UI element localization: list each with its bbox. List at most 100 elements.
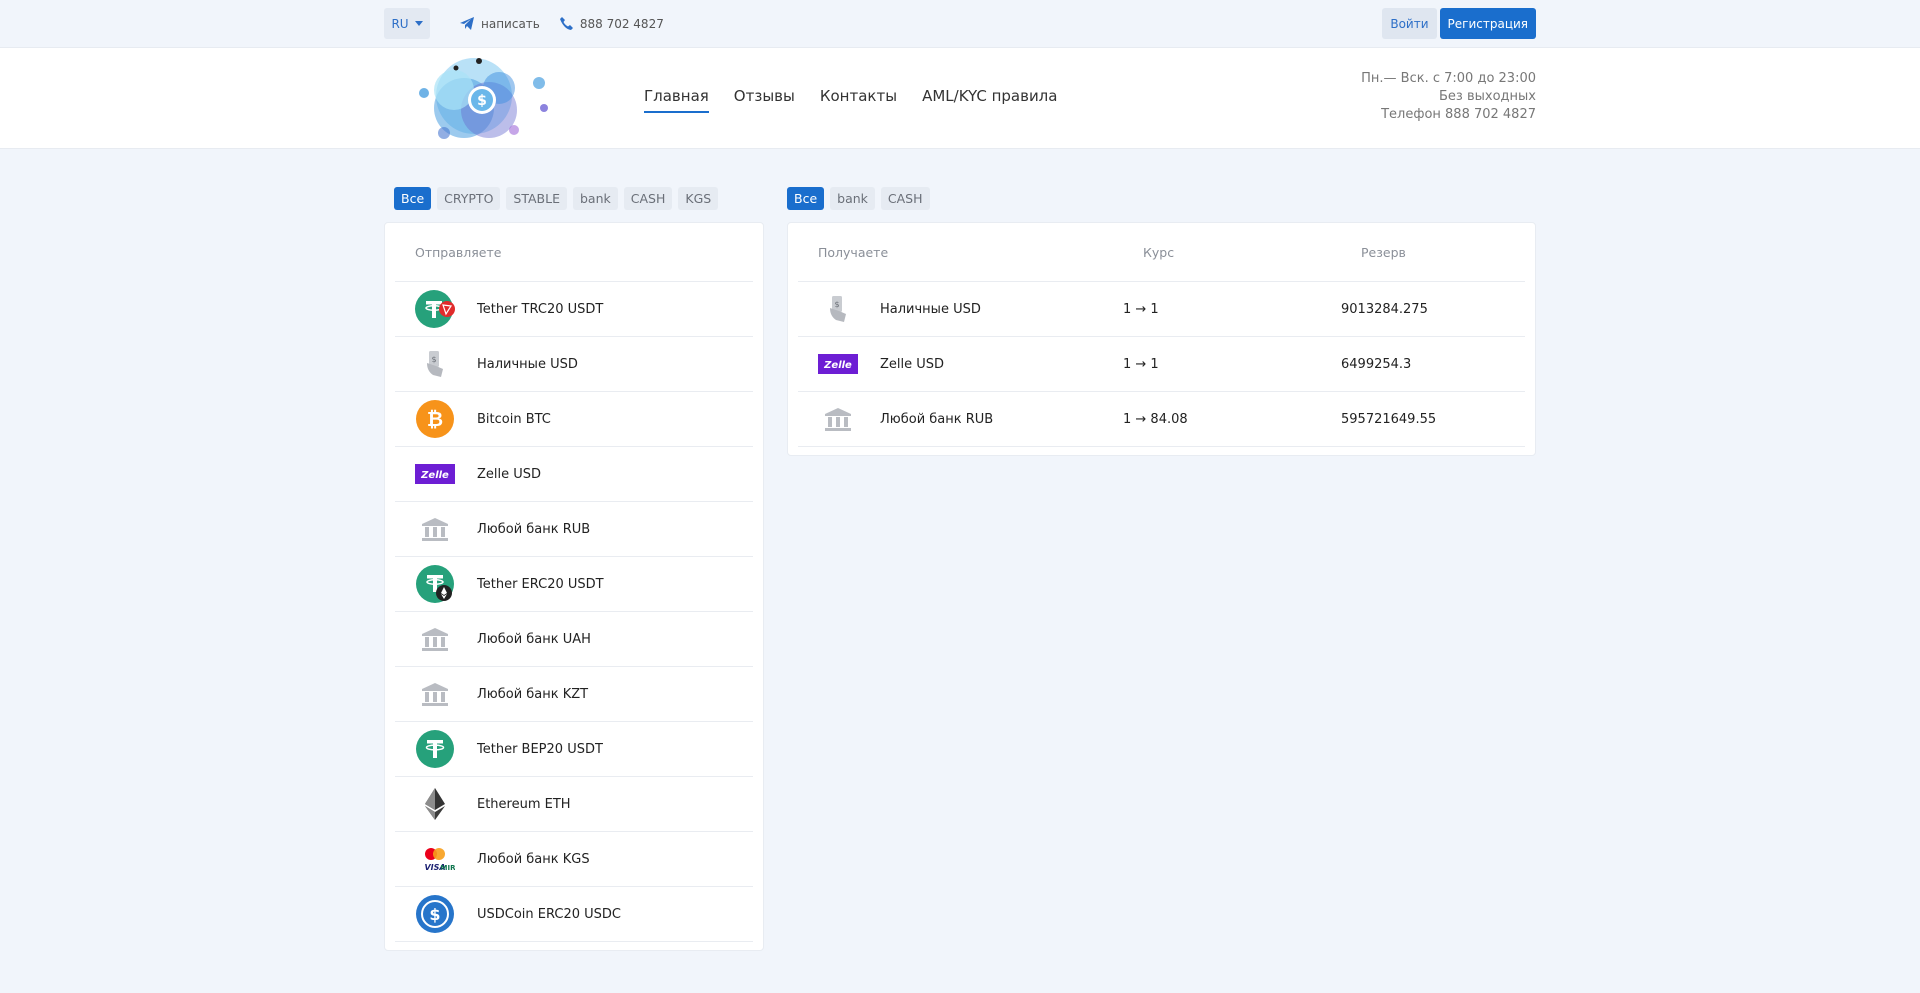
cash-hand-icon: $ [415,344,455,384]
zelle-icon: Zelle [818,344,858,384]
send-item-name: Bitcoin BTC [477,411,551,427]
write-link[interactable]: написать [460,17,540,31]
receive-item-name: Наличные USD [880,301,981,317]
receive-header-rate: Курс [1143,244,1175,260]
phone-link[interactable]: 888 702 4827 [559,16,664,31]
send-item-name: Tether ERC20 USDT [477,576,604,592]
cash-hand-icon: $ [818,289,858,329]
receive-item-rate: 1 → 1 [1123,356,1159,372]
receive-filter-bank[interactable]: bank [830,187,875,210]
receive-item[interactable]: Любой банк RUB 1 → 84.08 595721649.55 [798,392,1525,447]
working-hours: Пн.— Вск. с 7:00 до 23:00 Без выходных Т… [1361,70,1536,124]
send-item-name: Любой банк UAH [477,631,591,647]
svg-text:Zelle: Zelle [823,360,852,371]
telegram-icon [460,17,474,30]
receive-filters: Все bank CASH [787,187,930,210]
phone-icon [559,17,573,30]
schedule-days: Пн.— Вск. с 7:00 до 23:00 [1361,71,1536,86]
bitcoin-icon: ₿ [415,399,455,439]
send-filter-crypto[interactable]: CRYPTO [437,187,501,210]
svg-text:MIR: MIR [441,864,455,872]
nav-aml-kyc[interactable]: AML/KYC правила [922,83,1057,113]
send-filter-stable[interactable]: STABLE [506,187,567,210]
tether-erc20-icon [415,564,455,604]
bank-icon [415,509,455,549]
receive-header-reserve: Резерв [1361,244,1406,260]
send-item-name: Ethereum ETH [477,796,571,812]
svg-text:$: $ [834,300,839,309]
send-item[interactable]: Любой банк RUB [395,502,753,557]
tether-trc20-icon [415,289,455,329]
schedule-note: Без выходных [1439,89,1536,104]
receive-item-rate: 1 → 84.08 [1123,411,1188,427]
receive-filter-all[interactable]: Все [787,187,825,210]
send-item-name: Любой банк RUB [477,521,591,537]
nav-contacts[interactable]: Контакты [820,83,897,113]
svg-text:₿: ₿ [427,407,443,431]
schedule-phone: Телефон 888 702 4827 [1381,107,1536,122]
register-button[interactable]: Регистрация [1439,8,1536,39]
receive-item-reserve: 6499254.3 [1341,356,1412,372]
tether-icon [415,729,455,769]
bank-icon [818,399,858,439]
login-button[interactable]: Войти [1382,8,1437,39]
receive-item-reserve: 595721649.55 [1341,411,1437,427]
receive-header-name: Получаете [818,244,889,260]
svg-text:$: $ [431,355,436,364]
top-bar: RU написать 888 702 4827 Войти Регистрац… [0,0,1920,47]
send-item[interactable]: Любой банк UAH [395,612,753,667]
zelle-icon: Zelle [415,454,455,494]
send-filter-kgs[interactable]: KGS [678,187,719,210]
nav-home[interactable]: Главная [644,83,709,113]
receive-item-rate: 1 → 1 [1123,301,1159,317]
ethereum-icon [415,784,455,824]
phone-number: 888 702 4827 [579,16,664,31]
receive-filter-cash[interactable]: CASH [880,187,930,210]
send-item[interactable]: ₿ Bitcoin BTC [395,392,753,447]
send-item-name: Наличные USD [477,356,578,372]
send-filter-all[interactable]: Все [394,187,432,210]
receive-item-name: Любой банк RUB [880,411,994,427]
send-item[interactable]: Tether BEP20 USDT [395,722,753,777]
site-header: $ Главная Отзывы Контакты AML/KYC правил… [0,47,1920,149]
send-item-name: Любой банк KGS [477,851,590,867]
send-filter-cash[interactable]: CASH [623,187,673,210]
send-item[interactable]: Tether ERC20 USDT [395,557,753,612]
language-label: RU [391,16,409,31]
chevron-down-icon [414,21,423,26]
receive-item[interactable]: Zelle Zelle USD 1 → 1 6499254.3 [798,337,1525,392]
nav-reviews[interactable]: Отзывы [734,83,795,113]
svg-text:Zelle: Zelle [420,470,449,481]
send-item[interactable]: Tether TRC20 USDT [395,282,753,337]
send-item-name: Zelle USD [477,466,542,482]
send-item[interactable]: VISA MIR Любой банк KGS [395,832,753,887]
site-logo[interactable]: $ [394,48,574,148]
receive-item[interactable]: $ Наличные USD 1 → 1 9013284.275 [798,282,1525,337]
language-selector[interactable]: RU [384,8,430,39]
svg-text:$: $ [429,905,440,924]
receive-item-reserve: 9013284.275 [1341,301,1428,317]
send-item[interactable]: Любой банк KZT [395,667,753,722]
bank-icon [415,674,455,714]
usdc-icon: $ [415,894,455,934]
receive-panel-header: Получаете Курс Резерв [798,223,1525,282]
send-filter-bank[interactable]: bank [573,187,618,210]
bank-icon [415,619,455,659]
visa-mir-icon: VISA MIR [415,839,455,879]
receive-item-name: Zelle USD [880,356,945,372]
svg-text:$: $ [477,93,487,109]
send-item-name: USDCoin ERC20 USDC [477,906,621,922]
send-item-name: Любой банк KZT [477,686,589,702]
send-panel: Отправляете Tether TRC20 USDT $ Наличные… [384,222,764,951]
send-item[interactable]: Zelle Zelle USD [395,447,753,502]
send-panel-header: Отправляете [395,223,753,282]
send-item-name: Tether TRC20 USDT [477,301,604,317]
receive-panel: Получаете Курс Резерв $ Наличные USD 1 →… [787,222,1536,456]
write-link-label: написать [481,16,540,31]
main-nav: Главная Отзывы Контакты AML/KYC правила [644,83,1057,113]
send-item[interactable]: $ USDCoin ERC20 USDC [395,887,753,942]
send-item[interactable]: $ Наличные USD [395,337,753,392]
send-item[interactable]: Ethereum ETH [395,777,753,832]
send-filters: Все CRYPTO STABLE bank CASH KGS [384,187,787,210]
send-item-name: Tether BEP20 USDT [477,741,603,757]
